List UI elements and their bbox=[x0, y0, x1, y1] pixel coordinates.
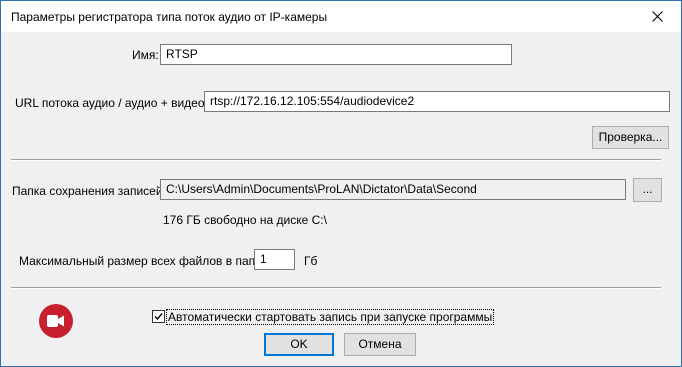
url-label: URL потока аудио / аудио + видео: bbox=[15, 96, 208, 110]
max-size-input[interactable]: 1 bbox=[254, 249, 295, 270]
close-icon bbox=[652, 11, 663, 22]
max-size-unit: Гб bbox=[304, 254, 318, 268]
ok-button[interactable]: OK bbox=[264, 333, 334, 356]
folder-path-field[interactable]: C:\Users\Admin\Documents\ProLAN\Dictator… bbox=[160, 179, 626, 200]
url-input[interactable]: rtsp://172.16.12.105:554/audiodevice2 bbox=[204, 91, 670, 112]
separator-top bbox=[11, 159, 661, 161]
max-size-label: Максимальный размер всех файлов в папке: bbox=[19, 254, 271, 268]
title-bar[interactable]: Параметры регистратора типа поток аудио … bbox=[1, 1, 681, 32]
name-label: Имя: bbox=[132, 48, 159, 62]
cancel-button[interactable]: Отмена bbox=[344, 333, 416, 356]
browse-folder-button[interactable]: ... bbox=[633, 178, 662, 202]
folder-label: Папка сохранения записей: bbox=[12, 184, 166, 198]
checkmark-icon bbox=[154, 313, 163, 321]
video-camera-logo bbox=[39, 304, 73, 338]
video-camera-icon bbox=[47, 315, 64, 327]
free-space-text: 176 ГБ свободно на диске C:\ bbox=[163, 213, 327, 227]
dialog-window: Параметры регистратора типа поток аудио … bbox=[0, 0, 682, 367]
check-button[interactable]: Проверка... bbox=[592, 126, 669, 149]
autostart-checkbox[interactable] bbox=[152, 310, 165, 323]
autostart-label[interactable]: Автоматически стартовать запись при запу… bbox=[166, 309, 495, 325]
name-input[interactable]: RTSP bbox=[160, 44, 512, 65]
separator-bottom bbox=[11, 287, 661, 289]
window-title: Параметры регистратора типа поток аудио … bbox=[11, 10, 328, 24]
close-button[interactable] bbox=[635, 1, 681, 32]
